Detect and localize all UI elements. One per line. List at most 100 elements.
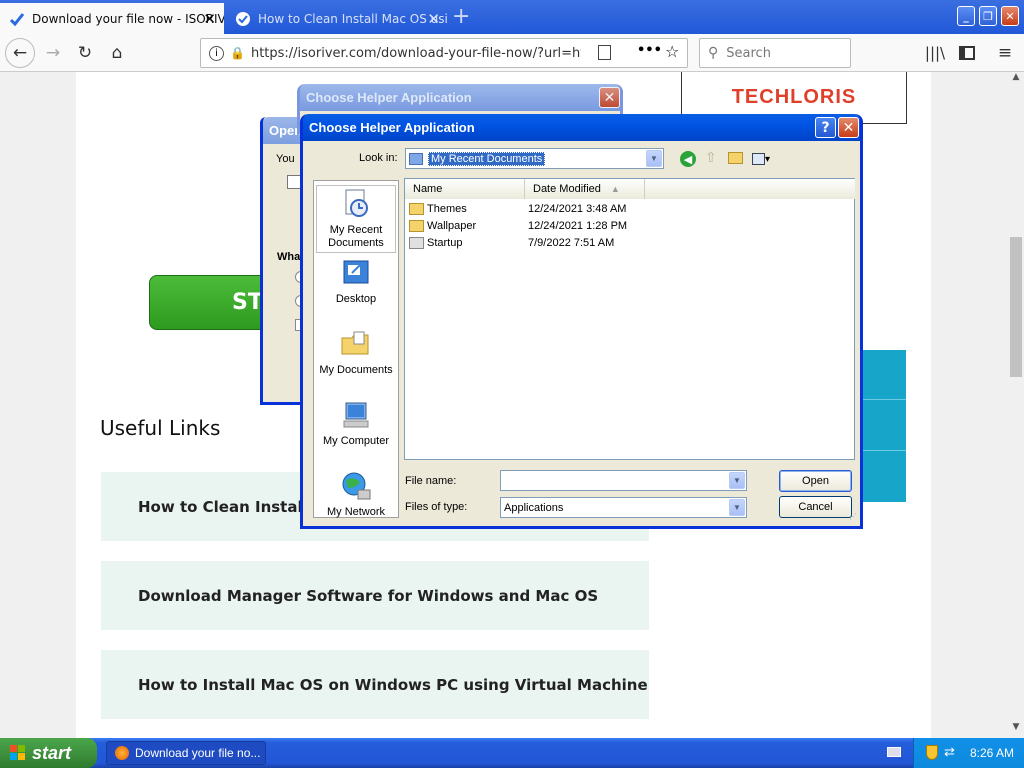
new-tab-icon[interactable]: + [452, 4, 470, 29]
my-computer-icon [343, 402, 369, 428]
scroll-up-icon[interactable]: ▲ [1008, 72, 1024, 88]
dialog-title-bar: Choose Helper Application [303, 114, 860, 141]
file-name: Themes [427, 203, 467, 215]
place-label: My Network [326, 506, 386, 518]
network-icon[interactable]: ⇄ [944, 744, 955, 760]
place-label: Desktop [335, 293, 377, 305]
file-date: 12/24/2021 1:28 PM [528, 220, 628, 232]
home-icon[interactable]: ⌂ [102, 38, 132, 68]
info-icon[interactable]: i [209, 45, 224, 61]
back-icon[interactable]: ◀ [680, 151, 696, 167]
look-in-select[interactable]: My Recent Documents ▼ [405, 148, 664, 169]
sidebar-icon[interactable] [952, 38, 982, 68]
file-name: Wallpaper [427, 220, 477, 232]
file-row[interactable]: Wallpaper 12/24/2021 1:28 PM [409, 218, 627, 234]
place-desktop[interactable]: Desktop [316, 257, 396, 306]
useful-links-heading: Useful Links [100, 416, 221, 440]
place-label: My Recent Documents [328, 224, 384, 249]
close-tab-icon[interactable]: ✕ [203, 10, 216, 28]
my-documents-icon [341, 331, 369, 355]
menu-icon[interactable]: ≡ [990, 38, 1020, 68]
page-scrollbar[interactable]: ▲ ▼ [1008, 72, 1024, 738]
chevron-down-icon[interactable]: ▼ [646, 150, 662, 167]
look-in-label: Look in: [359, 152, 398, 164]
file-date: 7/9/2022 7:51 AM [528, 237, 615, 249]
file-name-label: File name: [405, 475, 457, 487]
folder-shortcut-icon [409, 237, 424, 249]
tab-download[interactable]: Download your file now - ISORIVER ✕ [0, 3, 224, 34]
view-menu-icon[interactable]: ▾ [752, 152, 774, 166]
file-list[interactable]: Name Date Modified ▲ Themes 12/24/2021 3:4… [404, 178, 855, 460]
my-network-icon [342, 472, 371, 500]
keyboard-icon[interactable] [887, 747, 901, 757]
choose-helper-dialog: Choose Helper Application ? ✕ Look in: M… [300, 114, 863, 529]
close-tab-icon[interactable]: ✕ [427, 10, 440, 28]
security-shield-icon[interactable] [926, 745, 938, 760]
folder-shortcut-icon [409, 203, 424, 215]
link-item-download-manager[interactable]: Download Manager Software for Windows an… [101, 561, 649, 630]
sort-ascending-icon: ▲ [610, 184, 620, 194]
close-icon[interactable]: ✕ [599, 87, 620, 108]
place-my-computer[interactable]: My Computer [316, 399, 396, 448]
forward-icon[interactable]: → [38, 38, 68, 68]
window-close-icon[interactable]: ✕ [1001, 6, 1019, 26]
helper-dialog-behind-title: Choose Helper Application [300, 84, 620, 111]
open-button[interactable]: Open [779, 470, 852, 492]
search-icon: ⚲ [708, 45, 719, 61]
bookmark-star-icon[interactable]: ☆ [665, 42, 679, 61]
scroll-thumb[interactable] [1010, 237, 1022, 377]
recent-documents-icon [345, 189, 368, 217]
column-header-date[interactable]: Date Modified ▲ [525, 179, 645, 199]
chevron-down-icon[interactable]: ▼ [729, 499, 745, 516]
files-of-type-value: Applications [504, 501, 564, 514]
tab-title: How to Clean Install Mac OS using [258, 11, 448, 26]
url-bar[interactable]: i 🔒 https://isoriver.com/download-your-f… [200, 38, 688, 68]
places-bar: My Recent Documents Desktop My Documents… [313, 180, 399, 518]
scroll-down-icon[interactable]: ▼ [1008, 722, 1024, 738]
url-text[interactable]: https://isoriver.com/download-your-file-… [251, 46, 581, 61]
taskbar-item-label: Download your file no... [135, 746, 261, 760]
nav-bar: ← → ↻ ⌂ i 🔒 https://isoriver.com/downloa… [0, 34, 1024, 72]
search-placeholder: Search [726, 45, 771, 61]
tab-mac-os[interactable]: How to Clean Install Mac OS using ✕ [226, 3, 448, 34]
tab-bar: Download your file now - ISORIVER ✕ How … [0, 0, 1024, 34]
search-input[interactable]: ⚲ Search [699, 38, 851, 68]
system-tray: ⇄ 8:26 AM [913, 738, 1024, 768]
reload-icon[interactable]: ↻ [70, 38, 100, 68]
link-item-install-mac-os[interactable]: How to Install Mac OS on Windows PC usin… [101, 650, 649, 719]
close-icon[interactable]: ✕ [838, 117, 859, 138]
taskbar-item-firefox[interactable]: Download your file no... [106, 741, 266, 765]
taskbar: start Download your file no... ⇄ 8:26 AM [0, 738, 1024, 768]
resize-grip-icon[interactable]: ⋰ [849, 512, 859, 522]
file-row[interactable]: Themes 12/24/2021 3:48 AM [409, 201, 626, 217]
chevron-down-icon[interactable]: ▼ [729, 472, 745, 489]
file-row[interactable]: Startup 7/9/2022 7:51 AM [409, 235, 614, 251]
file-date: 12/24/2021 3:48 AM [528, 203, 627, 215]
link-label: How to Install Mac OS on Windows PC usin… [138, 675, 648, 694]
clock[interactable]: 8:26 AM [970, 746, 1014, 760]
place-recent-documents[interactable]: My Recent Documents [316, 185, 396, 253]
help-icon[interactable]: ? [815, 117, 836, 138]
place-my-documents[interactable]: My Documents [316, 328, 396, 377]
recent-folder-icon [409, 152, 423, 165]
dialog-title: Choose Helper Application [309, 120, 475, 135]
file-icon [287, 175, 301, 189]
restore-icon[interactable]: ❐ [979, 6, 997, 26]
site-logo[interactable]: TECHLORIS [732, 86, 857, 109]
back-icon[interactable]: ← [5, 38, 35, 68]
place-my-network[interactable]: My Network [316, 470, 396, 519]
file-name-input[interactable]: ▼ [500, 470, 747, 491]
files-of-type-select[interactable]: Applications ▼ [500, 497, 747, 518]
up-folder-icon[interactable]: ⇧ [705, 150, 721, 166]
start-button[interactable]: start [0, 738, 97, 768]
reader-view-icon[interactable] [598, 45, 611, 60]
new-folder-icon[interactable] [728, 152, 743, 164]
page-actions-icon[interactable]: ••• [637, 43, 662, 58]
library-icon[interactable]: |||\ [920, 38, 950, 68]
tab-title: Download your file now - ISORIVER [32, 11, 224, 26]
check-favicon-icon [236, 11, 250, 26]
minimize-icon[interactable]: _ [957, 6, 975, 26]
column-header-name[interactable]: Name [405, 179, 525, 199]
cancel-button[interactable]: Cancel [779, 496, 852, 518]
check-favicon-icon [9, 12, 25, 26]
